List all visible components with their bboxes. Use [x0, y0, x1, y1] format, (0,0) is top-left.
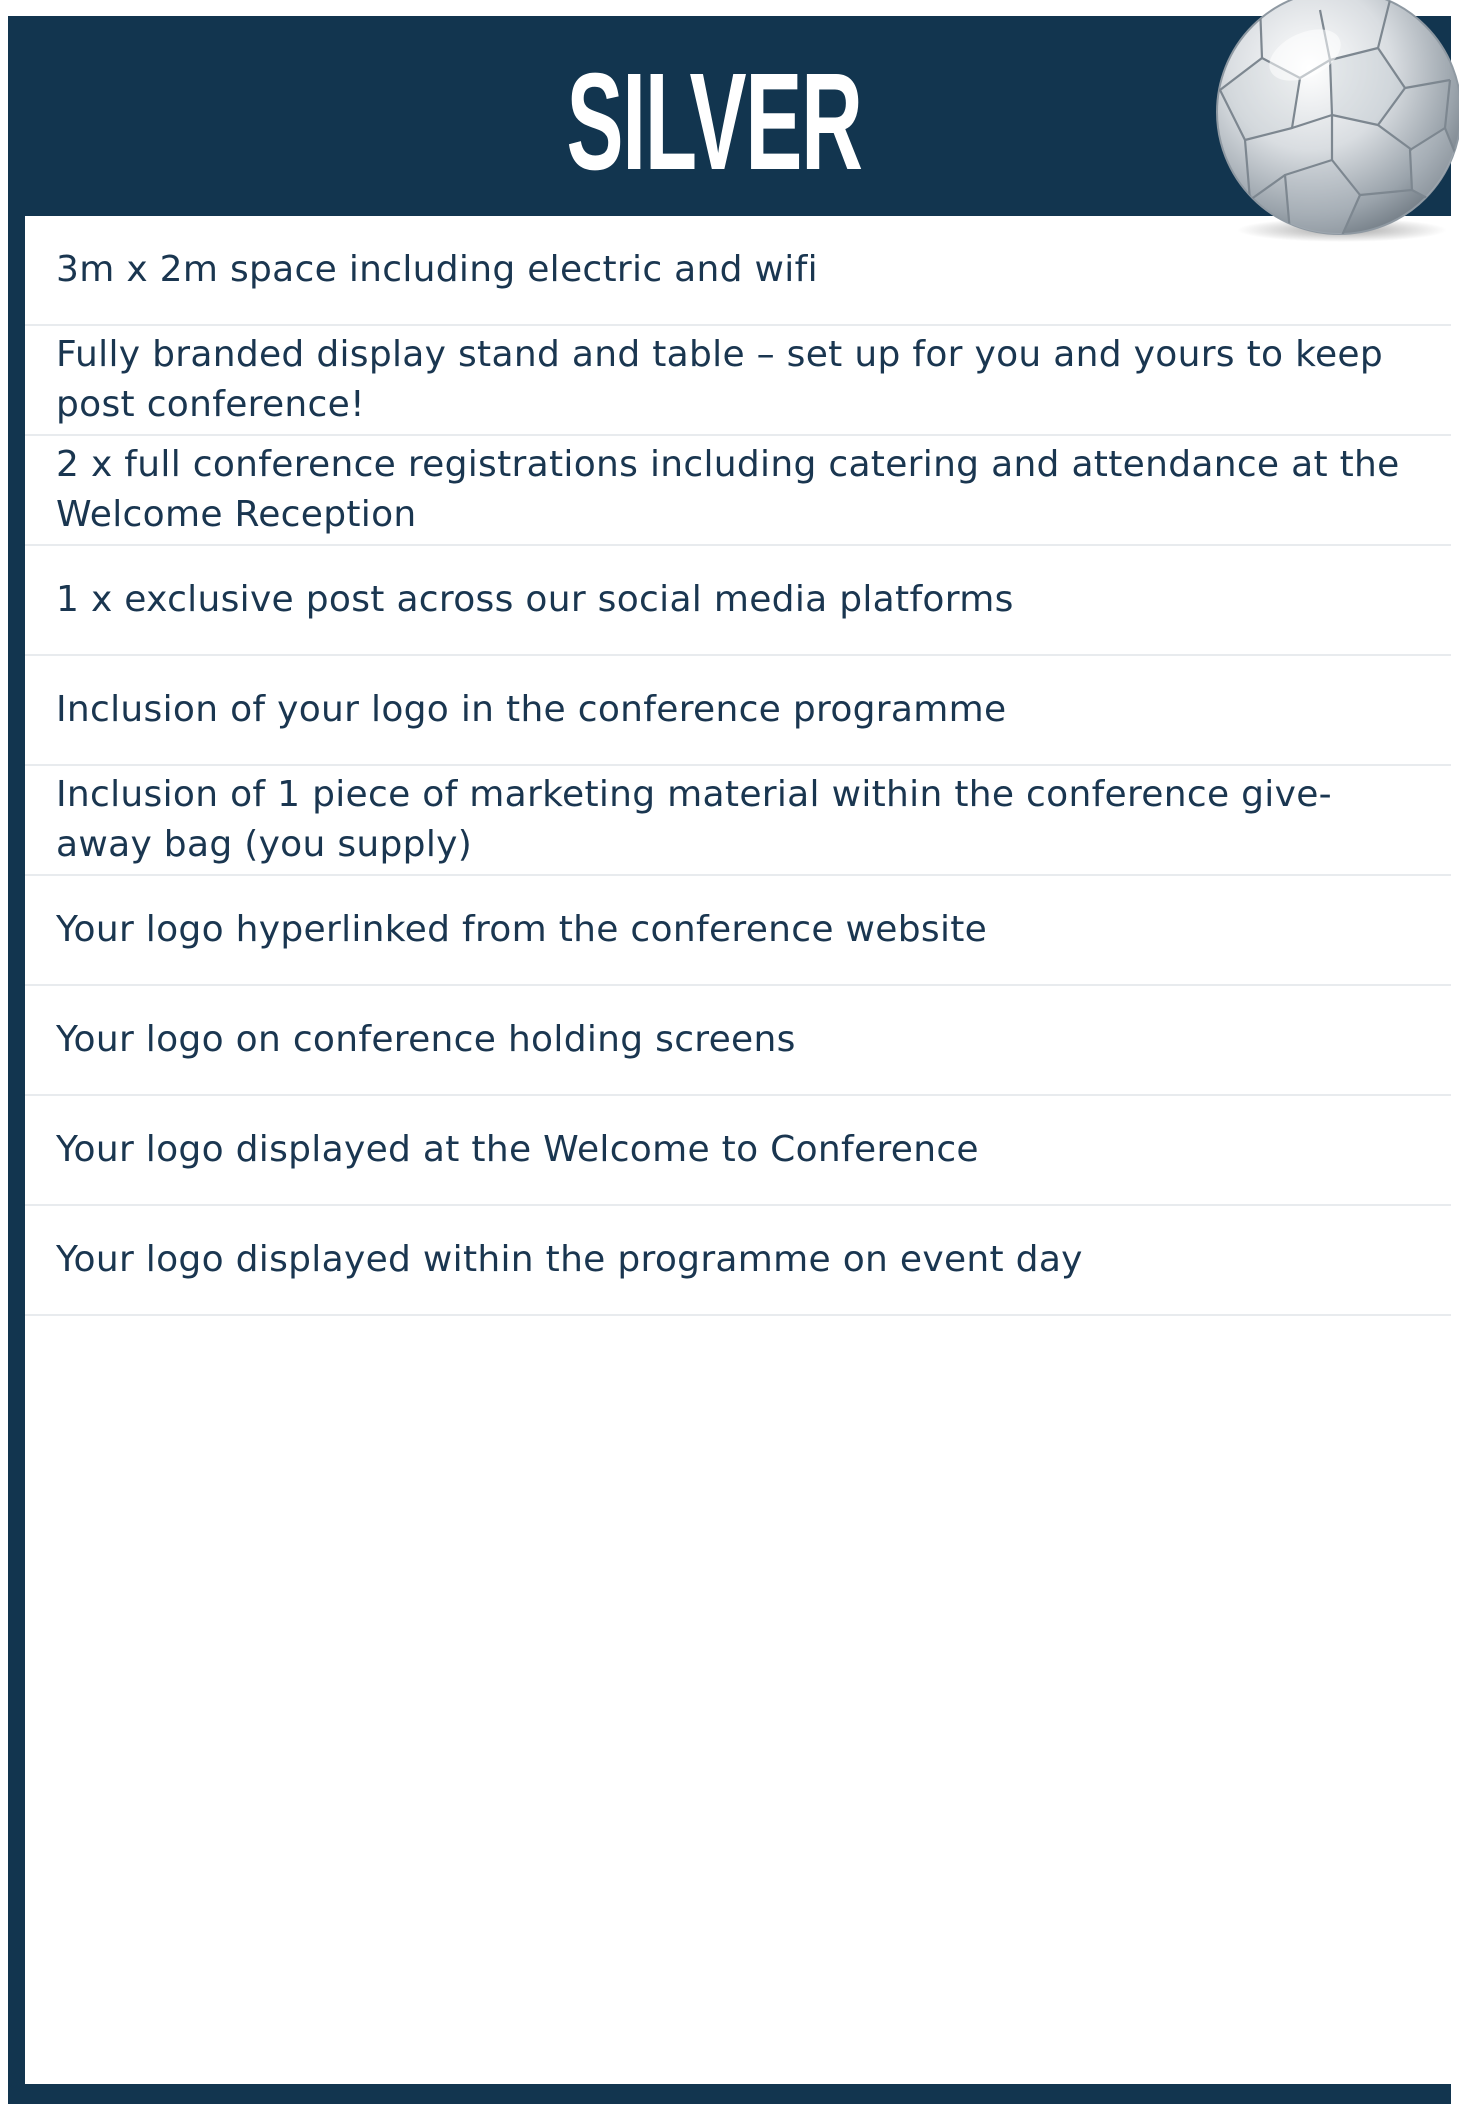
benefit-item: Inclusion of your logo in the conference…	[25, 656, 1451, 766]
benefit-text: Your logo displayed within the programme…	[56, 1239, 1083, 1280]
benefits-list: 3m x 2m space including electric and wif…	[25, 216, 1451, 1316]
benefit-text: Your logo on conference holding screens	[56, 1019, 796, 1060]
silver-football-icon	[1216, 0, 1459, 242]
benefit-text: 1 x exclusive post across our social med…	[56, 579, 1014, 620]
benefit-item: Your logo hyperlinked from the conferenc…	[25, 876, 1451, 986]
benefit-text: 2 x full conference registrations includ…	[56, 444, 1400, 535]
benefits-panel: 3m x 2m space including electric and wif…	[25, 216, 1451, 2084]
benefit-item: Your logo on conference holding screens	[25, 986, 1451, 1096]
benefit-text: Inclusion of your logo in the conference…	[56, 689, 1007, 730]
benefit-item: 2 x full conference registrations includ…	[25, 436, 1451, 546]
benefit-text: Fully branded display stand and table – …	[56, 334, 1384, 425]
benefit-item: Your logo displayed at the Welcome to Co…	[25, 1096, 1451, 1206]
benefit-text: Your logo hyperlinked from the conferenc…	[56, 909, 988, 950]
package-title: SILVER	[566, 45, 863, 199]
benefit-text: Inclusion of 1 piece of marketing materi…	[56, 774, 1332, 865]
benefit-item: Fully branded display stand and table – …	[25, 326, 1451, 436]
benefit-text: Your logo displayed at the Welcome to Co…	[56, 1129, 979, 1170]
silver-package-card: SILVER 3m x 2m space including electric …	[8, 16, 1451, 2104]
benefit-item: Inclusion of 1 piece of marketing materi…	[25, 766, 1451, 876]
benefit-text: 3m x 2m space including electric and wif…	[56, 249, 818, 290]
benefit-item: 1 x exclusive post across our social med…	[25, 546, 1451, 656]
benefit-item: Your logo displayed within the programme…	[25, 1206, 1451, 1316]
